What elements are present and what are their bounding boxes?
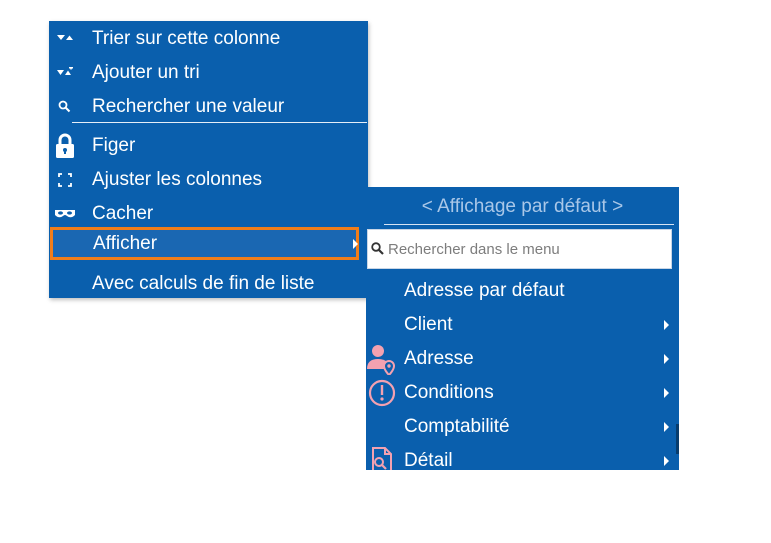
- sort-icon: [53, 22, 77, 55]
- menu-item-label: Ajuster les colonnes: [92, 168, 263, 190]
- person-location-icon: [367, 343, 397, 375]
- submenu-item-label: Adresse: [404, 348, 474, 369]
- menu-item-fit-columns[interactable]: Ajuster les colonnes: [49, 163, 368, 196]
- submenu-item-label: Comptabilité: [404, 416, 510, 437]
- submenu-header[interactable]: < Affichage par défaut >: [366, 187, 679, 227]
- menu-item-search-value[interactable]: Rechercher une valeur: [49, 90, 368, 123]
- chevron-right-icon: [664, 320, 669, 330]
- menu-item-label: Avec calculs de fin de liste: [92, 272, 315, 294]
- submenu-item-accounting[interactable]: Comptabilité: [366, 410, 679, 444]
- menu-separator: [72, 122, 367, 123]
- chevron-right-icon: [664, 456, 669, 466]
- menu-item-label: Rechercher une valeur: [92, 95, 285, 117]
- search-icon: [371, 242, 384, 255]
- menu-item-hide[interactable]: Cacher: [49, 197, 368, 230]
- menu-item-freeze[interactable]: Figer: [49, 129, 368, 162]
- search-icon: [53, 90, 77, 123]
- submenu-item-label: Détail: [404, 450, 453, 470]
- submenu-item-address[interactable]: Adresse: [366, 342, 679, 376]
- submenu-show: < Affichage par défaut > Adresse par déf…: [366, 187, 679, 470]
- fit-columns-icon: [53, 163, 77, 196]
- menu-search-box: [367, 229, 672, 269]
- submenu-arrow-icon: [353, 239, 358, 249]
- submenu-item-conditions[interactable]: Conditions: [366, 376, 679, 410]
- mask-icon: [53, 197, 77, 230]
- lock-icon: [53, 129, 77, 162]
- menu-item-label: Figer: [92, 134, 136, 156]
- menu-search-input[interactable]: [388, 240, 658, 258]
- chevron-right-icon: [664, 388, 669, 398]
- menu-item-end-list-calc[interactable]: Avec calculs de fin de liste: [49, 267, 368, 300]
- submenu-item-label: Adresse par défaut: [404, 280, 565, 301]
- submenu-item-label: Client: [404, 314, 453, 335]
- menu-item-label: Afficher: [93, 233, 158, 254]
- chevron-right-icon: [664, 422, 669, 432]
- submenu-item-detail[interactable]: Détail: [366, 444, 679, 470]
- menu-item-show[interactable]: Afficher: [50, 227, 359, 260]
- submenu-separator: [384, 224, 674, 225]
- screen: Trier sur cette colonne Ajouter un tri R…: [0, 0, 771, 543]
- add-sort-icon: [53, 56, 77, 89]
- menu-item-label: Cacher: [92, 202, 154, 224]
- menu-item-label: Ajouter un tri: [92, 61, 200, 83]
- submenu-item-label: Conditions: [404, 382, 494, 403]
- exclamation-circle-icon: [367, 377, 397, 409]
- submenu-scrollbar[interactable]: [676, 424, 679, 454]
- chevron-right-icon: [664, 354, 669, 364]
- menu-item-label: Trier sur cette colonne: [92, 27, 281, 49]
- menu-item-sort[interactable]: Trier sur cette colonne: [49, 22, 368, 55]
- document-search-icon: [367, 445, 397, 470]
- submenu-item-client[interactable]: Client: [366, 308, 679, 342]
- menu-item-add-sort[interactable]: Ajouter un tri: [49, 56, 368, 89]
- submenu-item-default-address[interactable]: Adresse par défaut: [366, 274, 679, 308]
